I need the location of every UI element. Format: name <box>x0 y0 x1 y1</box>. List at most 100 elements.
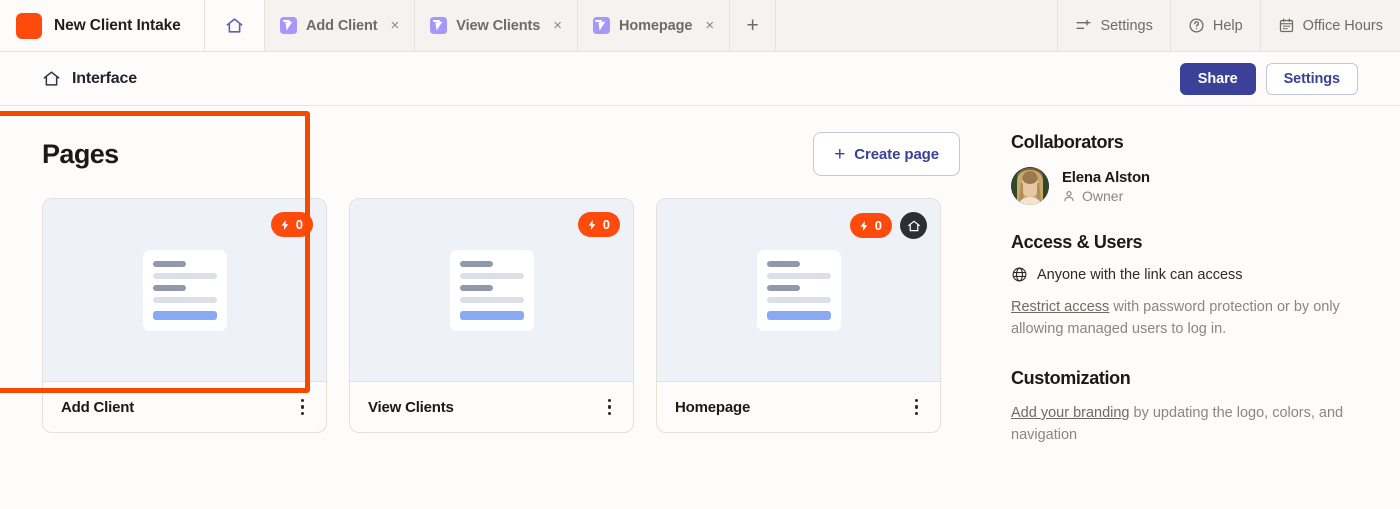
runs-badge: 0 <box>849 213 892 238</box>
page-options-icon[interactable] <box>911 393 923 422</box>
thumbnail-form-preview <box>142 249 227 331</box>
create-page-button[interactable]: + Create page <box>813 132 960 176</box>
person-icon <box>1062 189 1076 203</box>
tab-label: Add Client <box>306 17 378 34</box>
collaborator-role: Owner <box>1062 188 1150 204</box>
pages-header: Pages + Create page <box>42 132 990 176</box>
add-branding-link[interactable]: Add your branding <box>1011 405 1130 421</box>
help-action[interactable]: Help <box>1169 0 1260 51</box>
page-thumbnail: 0 <box>43 199 326 382</box>
thumbnail-form-preview <box>756 249 841 331</box>
homepage-badge <box>900 212 927 239</box>
card-badges: 0 <box>577 212 620 237</box>
interface-page-icon <box>430 17 448 34</box>
brand: New Client Intake <box>0 0 205 51</box>
top-bar-actions: Settings Help Office Hours <box>1058 0 1400 51</box>
access-status: Anyone with the link can access <box>1011 266 1360 283</box>
new-tab-button[interactable]: + <box>730 0 777 51</box>
preview-input-bar <box>766 272 831 279</box>
runs-badge: 0 <box>577 212 620 237</box>
lightning-icon <box>279 219 291 231</box>
customization-title: Customization <box>1011 367 1131 388</box>
collaborators-title: Collaborators <box>1011 132 1124 152</box>
preview-input-bar <box>152 296 217 303</box>
body: Pages + Create page 0 Add Client 0 View … <box>0 106 1400 508</box>
page-thumbnail: 0 <box>657 199 940 382</box>
page-options-icon[interactable] <box>604 393 616 422</box>
tab-close-icon[interactable]: × <box>553 18 562 33</box>
question-circle-icon <box>1188 17 1205 34</box>
sliders-icon <box>1075 17 1092 34</box>
lightning-icon <box>586 219 598 231</box>
sub-header-actions: Share Settings <box>1179 62 1358 95</box>
tab-label: View Clients <box>456 17 541 34</box>
globe-icon <box>1011 266 1028 283</box>
tab-strip-filler <box>776 0 1059 51</box>
preview-label-bar <box>459 284 493 291</box>
tab-view-clients[interactable]: View Clients × <box>415 0 578 51</box>
customization-section: Customization Add your branding by updat… <box>1011 368 1360 447</box>
access-section: Access & Users Anyone with the link can … <box>1011 232 1360 341</box>
tab-close-icon[interactable]: × <box>705 18 714 33</box>
pages-grid: 0 Add Client 0 View Clients 0 Homepage <box>42 198 990 433</box>
share-button[interactable]: Share <box>1179 62 1256 95</box>
page-card-name: Add Client <box>61 398 134 416</box>
tab-add-client[interactable]: Add Client × <box>265 0 416 51</box>
breadcrumb[interactable]: Interface <box>42 69 137 88</box>
app-title: New Client Intake <box>54 16 181 34</box>
sub-header: Interface Share Settings <box>0 52 1400 106</box>
tab-label: Homepage <box>618 17 693 34</box>
home-tab[interactable] <box>205 0 265 51</box>
preview-label-bar <box>766 284 800 291</box>
collaborator-info: Elena Alston Owner <box>1062 169 1150 204</box>
page-options-icon[interactable] <box>297 393 309 422</box>
interface-page-icon <box>592 17 610 34</box>
restrict-access-link[interactable]: Restrict access <box>1011 299 1109 315</box>
calendar-icon <box>1278 17 1295 34</box>
interface-page-icon <box>280 17 297 34</box>
office-hours-action-label: Office Hours <box>1302 17 1383 34</box>
thumbnail-form-preview <box>449 249 534 331</box>
page-thumbnail: 0 <box>350 199 633 382</box>
tab-homepage[interactable]: Homepage × <box>577 0 731 51</box>
avatar <box>1011 167 1049 205</box>
preview-label-bar <box>152 284 186 291</box>
preview-label-bar <box>766 260 800 267</box>
preview-input-bar <box>459 272 524 279</box>
house-icon <box>225 16 244 35</box>
details-sidebar: Collaborators Elena Alston Owner Access … <box>990 106 1400 508</box>
runs-badge: 0 <box>270 212 313 237</box>
settings-action[interactable]: Settings <box>1058 0 1169 51</box>
collaborator-role-label: Owner <box>1082 187 1124 204</box>
tab-close-icon[interactable]: × <box>391 18 400 33</box>
page-card-footer: Homepage <box>657 382 940 432</box>
preview-input-bar <box>152 272 217 279</box>
preview-label-bar <box>152 260 186 267</box>
create-page-label: Create page <box>854 145 939 163</box>
breadcrumb-label: Interface <box>72 69 137 87</box>
preview-label-bar <box>459 260 493 267</box>
house-icon <box>42 69 61 88</box>
access-users-title: Access & Users <box>1011 232 1143 252</box>
house-icon <box>907 219 921 233</box>
page-card-add-client[interactable]: 0 Add Client <box>42 198 327 433</box>
page-title: Pages <box>42 138 119 169</box>
preview-submit-bar <box>766 310 831 320</box>
preview-input-bar <box>766 296 831 303</box>
access-status-label: Anyone with the link can access <box>1037 266 1243 283</box>
page-card-name: Homepage <box>675 398 751 416</box>
card-badges: 0 <box>270 212 313 237</box>
card-badges: 0 <box>849 212 927 239</box>
page-card-name: View Clients <box>368 398 454 416</box>
page-card-homepage[interactable]: 0 Homepage <box>656 198 941 433</box>
runs-count: 0 <box>295 217 303 232</box>
page-card-view-clients[interactable]: 0 View Clients <box>349 198 634 433</box>
lightning-icon <box>858 220 870 232</box>
page-card-footer: Add Client <box>43 382 326 432</box>
app-logo-icon <box>16 12 42 39</box>
collaborator-name: Elena Alston <box>1062 168 1150 186</box>
interface-settings-button[interactable]: Settings <box>1265 62 1358 95</box>
office-hours-action[interactable]: Office Hours <box>1259 0 1400 51</box>
top-bar: New Client Intake Add Client × View Clie… <box>0 0 1400 52</box>
branding-text: Add your branding by updating the logo, … <box>1011 402 1360 447</box>
